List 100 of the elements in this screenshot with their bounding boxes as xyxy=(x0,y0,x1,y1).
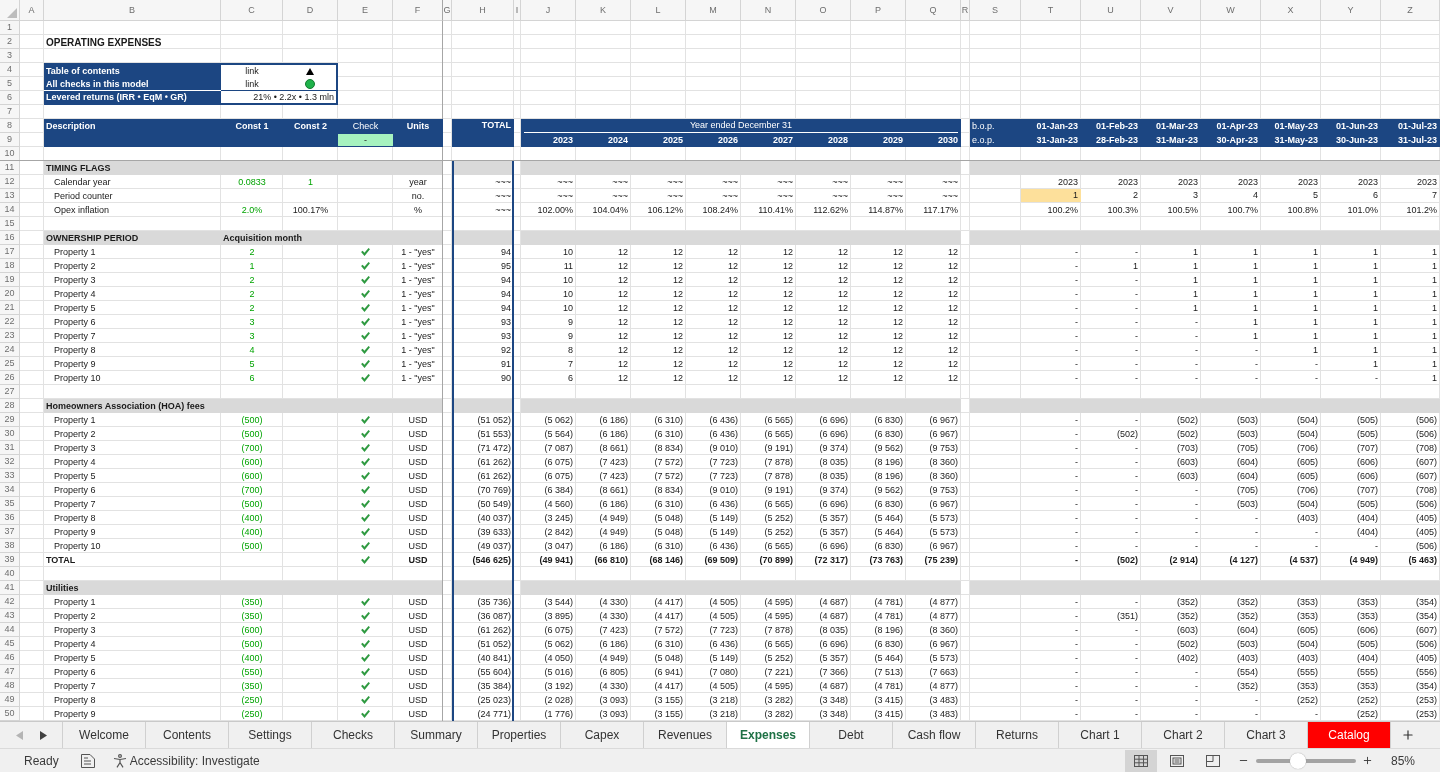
zoom-slider[interactable] xyxy=(1255,752,1356,769)
column-header[interactable]: I xyxy=(514,0,521,21)
month-value: - xyxy=(1135,357,1138,371)
row-header[interactable]: 22 xyxy=(0,315,20,329)
column-header[interactable]: E xyxy=(338,0,393,21)
row-header[interactable]: 6 xyxy=(0,91,20,105)
column-header[interactable]: B xyxy=(44,0,221,21)
row-header[interactable]: 38 xyxy=(0,539,20,553)
column-header[interactable]: M xyxy=(686,0,741,21)
row-header[interactable]: 8 xyxy=(0,119,20,133)
row-header[interactable]: 18 xyxy=(0,259,20,273)
row-header[interactable]: 46 xyxy=(0,651,20,665)
annual-value: (7 723) xyxy=(709,455,738,469)
row-header[interactable]: 34 xyxy=(0,483,20,497)
row-header[interactable]: 41 xyxy=(0,581,20,595)
column-header[interactable]: V xyxy=(1141,0,1201,21)
row-header[interactable]: 14 xyxy=(0,203,20,217)
column-header[interactable]: C xyxy=(221,0,283,21)
row-header[interactable]: 3 xyxy=(0,49,20,63)
row-header[interactable]: 48 xyxy=(0,679,20,693)
row-header[interactable]: 2 xyxy=(0,35,20,49)
row-header[interactable]: 21 xyxy=(0,301,20,315)
row-header[interactable]: 9 xyxy=(0,133,20,147)
row-header[interactable]: 7 xyxy=(0,105,20,119)
column-header[interactable]: Q xyxy=(906,0,961,21)
zoom-level-button[interactable]: 85% xyxy=(1390,751,1415,770)
column-header[interactable]: X xyxy=(1261,0,1321,21)
row-header[interactable]: 45 xyxy=(0,637,20,651)
column-header[interactable]: Z xyxy=(1381,0,1440,21)
row-header[interactable]: 5 xyxy=(0,77,20,91)
annual-value: (7 723) xyxy=(709,469,738,483)
annual-value: (9 191) xyxy=(764,441,793,455)
sheet-tab[interactable]: Catalog xyxy=(1308,722,1391,748)
column-header[interactable]: F xyxy=(393,0,443,21)
row-header[interactable]: 47 xyxy=(0,665,20,679)
row-header[interactable]: 19 xyxy=(0,273,20,287)
zoom-slider-thumb[interactable] xyxy=(1290,752,1307,769)
row-header[interactable]: 30 xyxy=(0,427,20,441)
row-header[interactable]: 32 xyxy=(0,455,20,469)
period-end-date: 31-Mar-23 xyxy=(1155,133,1198,147)
row-header[interactable]: 26 xyxy=(0,371,20,385)
column-header[interactable]: O xyxy=(796,0,851,21)
constant-value: (250) xyxy=(241,693,263,707)
column-header[interactable]: A xyxy=(20,0,44,21)
annual-value: (7 221) xyxy=(764,665,793,679)
row-header[interactable]: 16 xyxy=(0,231,20,245)
column-header[interactable]: U xyxy=(1081,0,1141,21)
row-header[interactable]: 23 xyxy=(0,329,20,343)
row-header[interactable]: 39 xyxy=(0,553,20,567)
row-header[interactable]: 42 xyxy=(0,595,20,609)
row-header[interactable]: 25 xyxy=(0,357,20,371)
month-value: - xyxy=(1075,287,1078,301)
column-header[interactable]: Y xyxy=(1321,0,1381,21)
hyperlink[interactable]: link xyxy=(245,77,259,91)
row-header[interactable]: 15 xyxy=(0,217,20,231)
row-header[interactable]: 28 xyxy=(0,399,20,413)
row-header[interactable]: 27 xyxy=(0,385,20,399)
annual-value: (8 661) xyxy=(599,483,628,497)
row-header[interactable]: 13 xyxy=(0,189,20,203)
row-header[interactable]: 29 xyxy=(0,413,20,427)
column-header[interactable]: N xyxy=(741,0,796,21)
row-header[interactable]: 49 xyxy=(0,693,20,707)
column-header[interactable]: T xyxy=(1021,0,1081,21)
column-header[interactable]: K xyxy=(576,0,631,21)
row-header[interactable]: 43 xyxy=(0,609,20,623)
row-header[interactable]: 33 xyxy=(0,469,20,483)
unit-label: USD xyxy=(408,553,428,567)
column-header[interactable]: L xyxy=(631,0,686,21)
sheet-tab[interactable]: Expenses xyxy=(727,722,810,748)
column-header[interactable]: P xyxy=(851,0,906,21)
row-header[interactable]: 37 xyxy=(0,525,20,539)
row-header[interactable]: 44 xyxy=(0,623,20,637)
row-header[interactable]: 50 xyxy=(0,707,20,721)
column-header[interactable]: H xyxy=(452,0,514,21)
row-header[interactable]: 40 xyxy=(0,567,20,581)
row-header[interactable]: 11 xyxy=(0,161,20,175)
row-header[interactable]: 12 xyxy=(0,175,20,189)
row-header[interactable]: 24 xyxy=(0,343,20,357)
annual-value: 10 xyxy=(563,245,573,259)
row-header[interactable]: 20 xyxy=(0,287,20,301)
row-header[interactable]: 36 xyxy=(0,511,20,525)
hyperlink[interactable]: link xyxy=(245,65,259,78)
column-header[interactable]: D xyxy=(283,0,338,21)
row-header[interactable]: 10 xyxy=(0,147,20,160)
month-value: (353) xyxy=(1357,595,1378,609)
annual-value: ~~~ xyxy=(832,189,848,203)
row-header[interactable]: 4 xyxy=(0,63,20,77)
row-header[interactable]: 35 xyxy=(0,497,20,511)
column-header[interactable]: W xyxy=(1201,0,1261,21)
month-value: - xyxy=(1075,707,1078,721)
row-header[interactable]: 31 xyxy=(0,441,20,455)
constant-value: (400) xyxy=(241,651,263,665)
sheet-icon[interactable] xyxy=(80,753,95,768)
normal-view-button[interactable] xyxy=(1124,749,1157,772)
row-header[interactable]: 1 xyxy=(0,21,20,35)
column-header[interactable]: J xyxy=(521,0,576,21)
accessibility-button[interactable]: Accessibility: Investigate xyxy=(112,751,260,770)
row-header[interactable]: 17 xyxy=(0,245,20,259)
month-value: 1 xyxy=(1313,245,1318,259)
column-header[interactable]: S xyxy=(970,0,1021,21)
